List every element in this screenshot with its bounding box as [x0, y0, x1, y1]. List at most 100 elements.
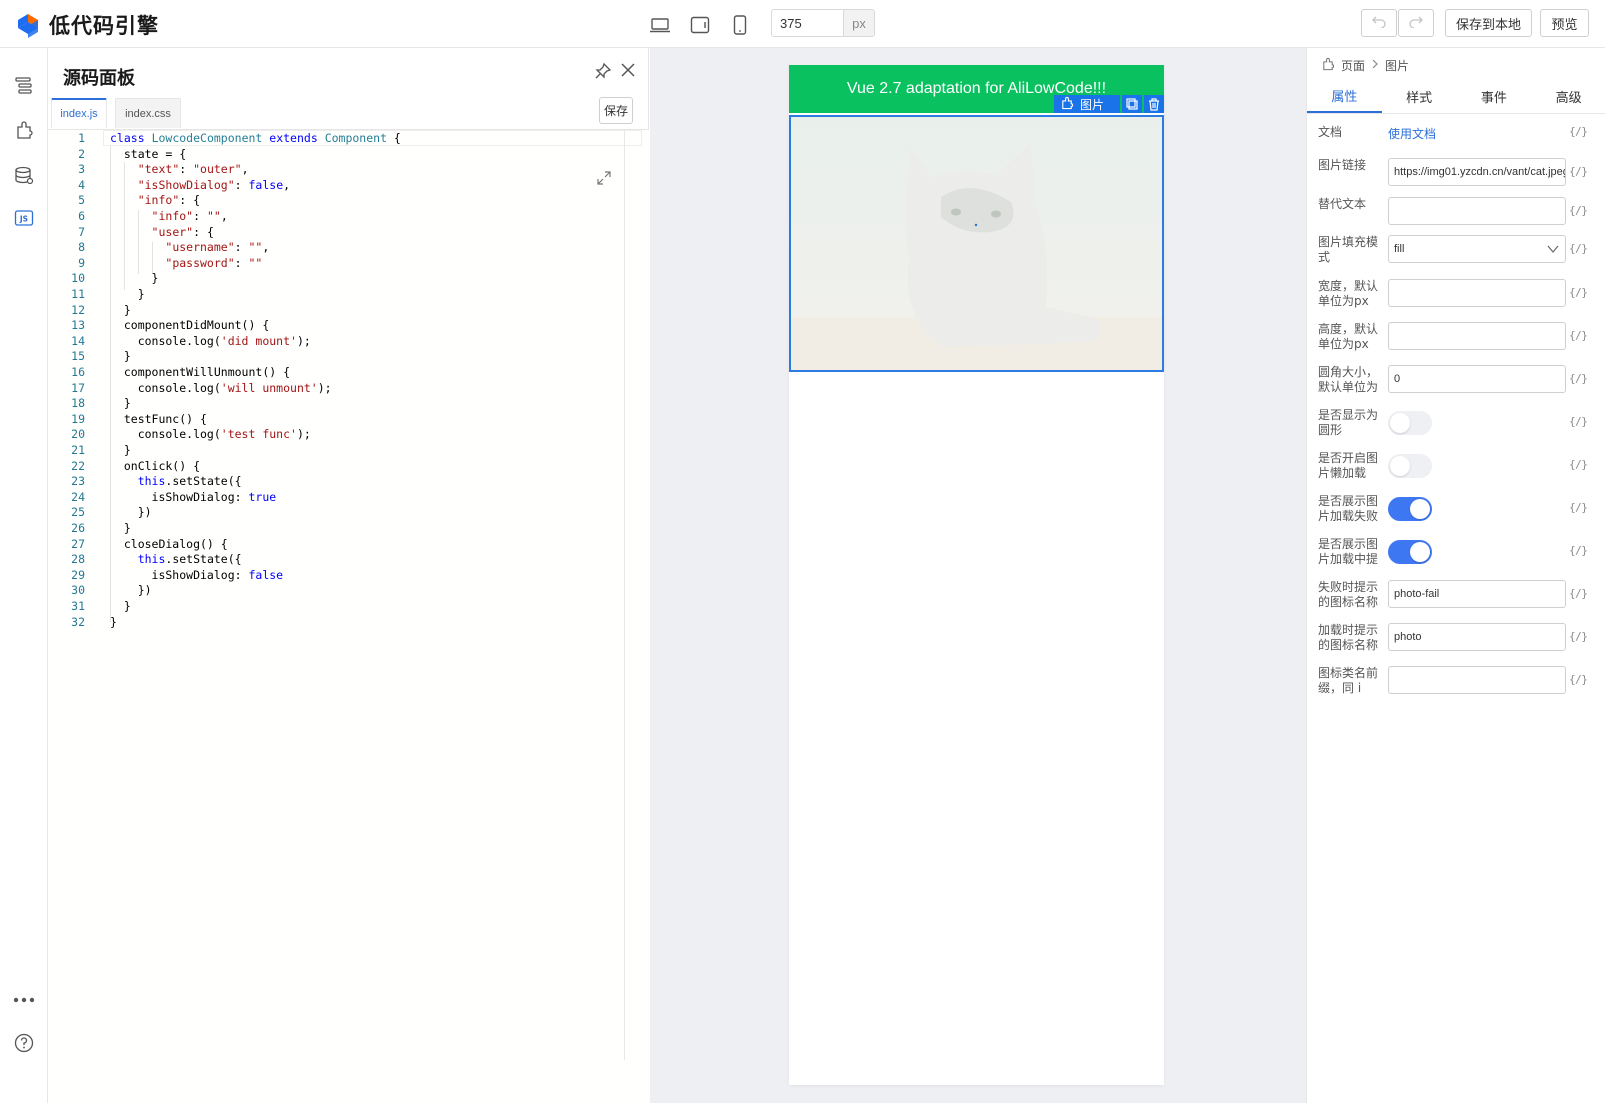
line-number: 28 [71, 552, 85, 567]
prop-label: 加载时提示的图标名称 [1318, 623, 1379, 652]
code-editor[interactable]: 1 class LowcodeComponent extends Componen… [48, 129, 649, 1103]
pin-icon[interactable] [594, 62, 612, 80]
tab-style[interactable]: 样式 [1382, 80, 1457, 113]
tab-index-js[interactable]: index.js [51, 98, 107, 128]
code-text: this.setState({ [137, 552, 242, 567]
line-number: 2 [78, 146, 85, 161]
code-text: }) [110, 583, 152, 598]
variable-bind-icon[interactable]: {/} [1569, 544, 1588, 557]
fill-mode-select[interactable]: fill [1388, 235, 1566, 263]
tab-properties[interactable]: 属性 [1307, 80, 1382, 113]
code-line: 19 testFunc() { [48, 411, 648, 427]
close-icon[interactable] [619, 61, 637, 79]
prop-input[interactable] [1388, 580, 1566, 608]
line-number: 32 [71, 614, 85, 629]
copy-icon[interactable] [1122, 95, 1142, 113]
code-text: class LowcodeComponent extends Component… [110, 131, 401, 145]
breadcrumb-page[interactable]: 页面 [1341, 57, 1365, 74]
code-line: 11 } [48, 286, 648, 302]
variable-bind-icon[interactable]: {/} [1569, 242, 1588, 255]
undo-button[interactable] [1361, 9, 1397, 37]
desktop-icon[interactable] [648, 14, 672, 36]
prop-input[interactable] [1388, 279, 1566, 307]
tab-events[interactable]: 事件 [1457, 80, 1532, 113]
code-save-button[interactable]: 保存 [599, 97, 633, 124]
variable-bind-icon[interactable]: {/} [1569, 630, 1588, 643]
code-text: "password": "" [165, 255, 263, 270]
variable-bind-icon[interactable]: {/} [1569, 673, 1588, 686]
breadcrumb: 页面 图片 [1321, 57, 1409, 73]
variable-bind-icon[interactable]: {/} [1569, 501, 1588, 514]
tablet-icon[interactable] [688, 14, 712, 36]
line-number: 5 [78, 193, 85, 208]
prop-toggle[interactable] [1388, 540, 1432, 564]
line-number: 15 [71, 349, 85, 364]
outline-icon[interactable] [12, 73, 36, 97]
variable-bind-icon[interactable]: {/} [1569, 204, 1588, 217]
doc-link[interactable]: 使用文档 [1388, 125, 1436, 142]
code-line: 32} [48, 614, 648, 630]
prop-label: 宽度，默认单位为px [1318, 279, 1379, 308]
prop-input[interactable] [1388, 666, 1566, 694]
code-text: onClick() { [110, 458, 201, 473]
more-icon[interactable] [12, 988, 36, 1012]
component-icon [1060, 96, 1074, 113]
prop-label: 图片链接 [1318, 158, 1367, 172]
prop-toggle[interactable] [1388, 411, 1432, 435]
prop-label: 是否开启图片懒加载 [1318, 451, 1379, 480]
component-icon[interactable] [12, 118, 36, 142]
prop-input[interactable] [1388, 322, 1566, 350]
line-number: 11 [71, 287, 85, 301]
datasource-icon[interactable] [12, 163, 36, 187]
variable-bind-icon[interactable]: {/} [1569, 165, 1588, 178]
prop-input[interactable] [1388, 158, 1566, 186]
code-text: closeDialog() { [110, 536, 228, 551]
save-local-button[interactable]: 保存到本地 [1445, 9, 1532, 37]
selected-component-name: 图片 [1080, 97, 1105, 112]
line-number: 18 [71, 396, 85, 411]
variable-bind-icon[interactable]: {/} [1569, 458, 1588, 471]
code-line: 31 } [48, 598, 648, 614]
variable-bind-icon[interactable]: {/} [1569, 415, 1588, 428]
variable-bind-icon[interactable]: {/} [1569, 329, 1588, 342]
code-text: } [110, 302, 131, 317]
prop-toggle[interactable] [1388, 497, 1432, 521]
code-text: isShowDialog: true [110, 489, 277, 504]
canvas-width-input[interactable] [772, 10, 843, 36]
delete-icon[interactable] [1144, 95, 1164, 113]
app-title: 低代码引擎 [49, 14, 159, 38]
prop-input[interactable] [1388, 197, 1566, 225]
code-text: } [110, 599, 131, 613]
prop-input[interactable] [1388, 365, 1566, 393]
redo-button[interactable] [1398, 9, 1434, 37]
prop-toggle[interactable] [1388, 454, 1432, 478]
image-component[interactable] [789, 115, 1164, 372]
tab-index-css[interactable]: index.css [115, 98, 181, 128]
code-text: console.log('did mount'); [110, 333, 311, 348]
variable-bind-icon[interactable]: {/} [1569, 286, 1588, 299]
selection-toolbar: 图片 [1054, 95, 1164, 113]
variable-bind-icon[interactable]: {/} [1569, 372, 1588, 385]
code-line: 12 } [48, 302, 648, 318]
code-line: 18 } [48, 395, 648, 411]
selected-component-label[interactable]: 图片 [1054, 95, 1120, 113]
variable-bind-icon[interactable]: {/} [1569, 125, 1588, 138]
line-number: 27 [71, 536, 85, 551]
js-icon[interactable]: JS [12, 206, 36, 230]
redo-icon [1409, 14, 1423, 32]
prop-label: 文档 [1318, 125, 1343, 139]
help-icon[interactable] [12, 1031, 36, 1055]
variable-bind-icon[interactable]: {/} [1569, 587, 1588, 600]
tab-advanced[interactable]: 高级 [1531, 80, 1605, 113]
line-number: 26 [71, 521, 85, 535]
line-number: 4 [78, 177, 85, 192]
line-number: 1 [78, 131, 85, 145]
code-line: 28 this.setState({ [48, 551, 648, 567]
phone-icon[interactable] [728, 14, 752, 36]
code-panel: 源码面板 index.js index.css 保存 1 class Lowcod… [48, 48, 649, 1103]
preview-button[interactable]: 预览 [1540, 9, 1589, 37]
prop-label: 是否展示图片加载失败 [1318, 494, 1379, 523]
prop-input[interactable] [1388, 623, 1566, 651]
code-text: } [110, 521, 131, 535]
code-text: state = { [110, 146, 187, 161]
